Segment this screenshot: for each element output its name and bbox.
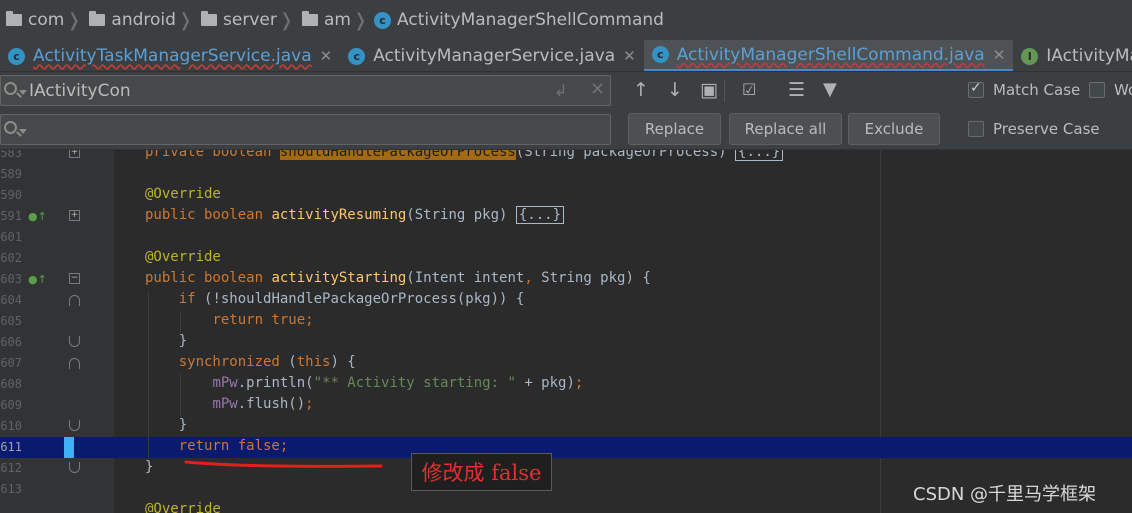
- annotation-label: 修改成 false: [411, 453, 552, 491]
- watermark: CSDN @千里马学框架: [913, 484, 1097, 505]
- red-underline-annotation: [184, 460, 383, 468]
